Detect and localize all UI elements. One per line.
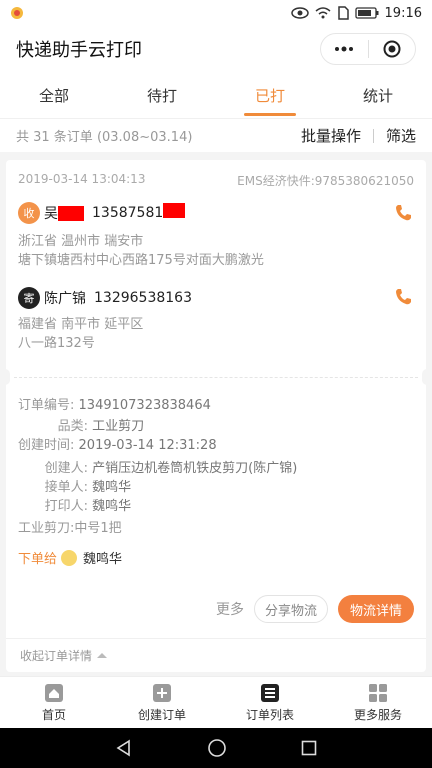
app-notification-icon [11,7,23,19]
filter-button[interactable]: 筛选 [386,125,416,146]
sim-icon [337,6,349,20]
receiver-phone: 13587581 [92,205,164,221]
plus-square-icon [153,683,171,702]
collapse-details-toggle[interactable]: 收起订单详情 [6,638,426,672]
more-button[interactable]: 更多 [216,599,244,619]
nav-create-order[interactable]: 创建订单 [108,677,216,728]
order-category: 工业剪刀 [92,419,145,434]
order-count: 共 31 条订单 (03.08~03.14) [16,130,193,145]
receiver-row: 收 吴 13587581 [18,202,186,224]
target-icon [383,40,401,58]
bottom-navigation: 首页 创建订单 订单列表 更多服务 [0,676,432,728]
order-number: 1349107323838464 [78,398,211,413]
eye-icon [290,7,309,19]
order-taker: 魏鸣华 [92,480,132,495]
wifi-icon [315,7,331,19]
assign-label: 下单给 [18,552,58,567]
order-printer: 魏鸣华 [92,499,132,514]
receiver-address: 浙江省 温州市 瑞安市 塘下镇塘西村中心西路175号对面大鹏激光 [18,234,264,268]
order-details: 订单编号: 1349107323838464 品类: 工业剪刀 创建时间: 20… [18,398,298,536]
sender-name: 陈广锦 [44,291,86,307]
dots-icon [335,46,354,52]
sender-phone: 13296538163 [94,290,192,306]
order-created-time: 2019-03-14 12:31:28 [78,438,217,453]
order-goods: 工业剪刀:中号1把 [18,521,122,536]
tab-statistics[interactable]: 统计 [324,72,432,118]
redaction-mark [58,205,84,221]
assignee-name: 魏鸣华 [83,552,123,567]
nav-more-services[interactable]: 更多服务 [324,677,432,728]
grid-icon [369,683,387,702]
home-icon [45,683,63,702]
nav-order-list[interactable]: 订单列表 [216,677,324,728]
tab-all[interactable]: 全部 [0,72,108,118]
summary-bar: 共 31 条订单 (03.08~03.14) 批量操作 筛选 [0,118,432,152]
battery-icon [354,7,379,19]
sender-badge: 寄 [18,287,40,309]
order-tabs: 全部 待打 已打 统计 [0,72,432,118]
nav-home[interactable]: 首页 [0,677,108,728]
phone-icon[interactable] [394,204,412,222]
card-actions: 更多 分享物流 物流详情 [216,595,414,623]
receiver-badge: 收 [18,202,40,224]
close-mini-program-button[interactable] [369,34,416,64]
phone-icon[interactable] [394,288,412,306]
logistics-detail-button[interactable]: 物流详情 [337,595,414,623]
receiver-name: 吴 [44,206,58,222]
list-icon [261,683,279,702]
clock: 19:16 [384,5,422,21]
sender-address: 福建省 南平市 延平区 八一路132号 [18,317,144,351]
redaction-mark [163,202,186,218]
divider [14,377,418,378]
share-logistics-button[interactable]: 分享物流 [253,595,328,623]
tab-pending[interactable]: 待打 [108,72,216,118]
back-icon[interactable] [115,739,133,757]
avatar [61,549,78,566]
order-creator: 产销压边机卷筒机铁皮剪刀(陈广锦) [92,461,298,476]
status-bar: 19:16 [0,0,432,26]
app-title: 快递助手云打印 [16,40,142,61]
mini-program-capsule [320,33,416,65]
order-date: 2019-03-14 13:04:13 [18,172,146,186]
more-menu-button[interactable] [321,34,368,64]
sender-row: 寄 陈广锦 13296538163 [18,287,192,309]
home-circle-icon[interactable] [207,738,227,758]
order-card: 2019-03-14 13:04:13 EMS经济快件:978538062105… [0,160,432,672]
tab-printed[interactable]: 已打 [216,72,324,118]
title-bar: 快递助手云打印 [0,26,432,72]
batch-operation-button[interactable]: 批量操作 [301,125,361,146]
carrier-tracking: EMS经济快件:9785380621050 [237,174,414,188]
system-navigation-bar [0,728,432,768]
assign-row: 下单给 魏鸣华 [18,548,122,567]
chevron-up-icon [97,653,108,658]
recents-icon[interactable] [301,740,317,756]
